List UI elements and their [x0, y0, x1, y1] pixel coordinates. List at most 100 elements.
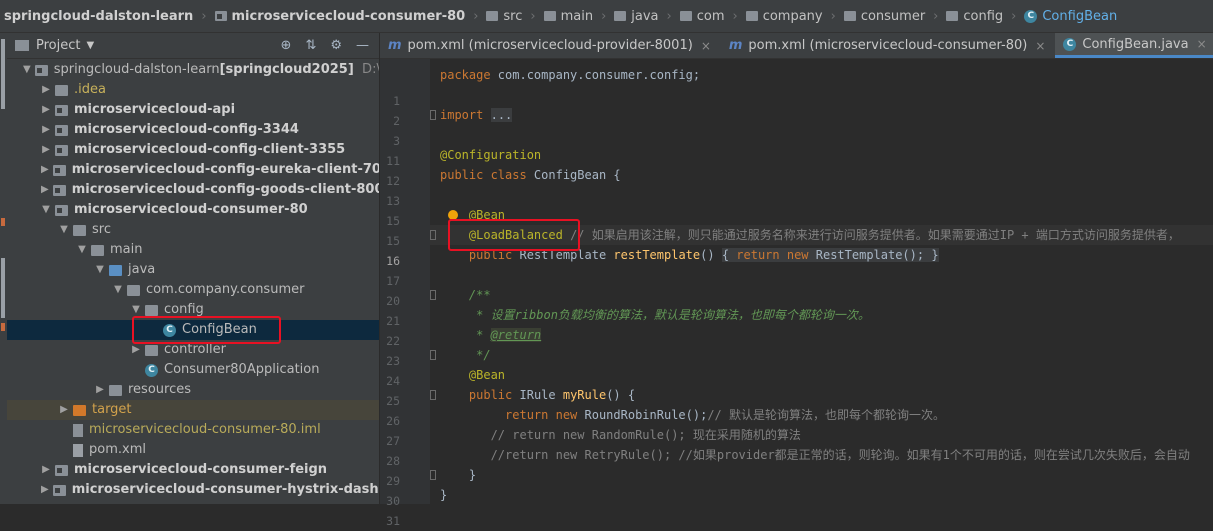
chevron-right-icon[interactable]: ▶ — [95, 380, 105, 400]
folder-icon — [543, 11, 556, 21]
folder-icon — [679, 11, 692, 21]
code-line[interactable]: //return new RetryRule(); //如果provider都是… — [440, 445, 1190, 465]
tree-node[interactable]: ▼ main — [7, 240, 379, 260]
tree-node[interactable]: ▶ microservicecloud-consumer-feign — [7, 460, 379, 480]
fold-marker-icon[interactable] — [430, 350, 436, 360]
line-number: 23 — [386, 354, 400, 368]
code-line[interactable]: import ... — [440, 105, 513, 125]
folder-icon — [73, 224, 86, 236]
chevron-right-icon[interactable]: ▶ — [41, 100, 51, 120]
tree-node[interactable]: ▶ microservicecloud-api — [7, 100, 379, 120]
tree-node[interactable]: ▶ microservicecloud-consumer-hystrix-dash… — [7, 480, 379, 500]
tree-node-label: src — [92, 222, 111, 237]
fold-marker-icon[interactable] — [430, 470, 436, 480]
tree-node[interactable]: ▶ microservicecloud-config-client-3355 — [7, 140, 379, 160]
breadcrumb-item[interactable]: config — [944, 0, 1005, 32]
tree-node[interactable]: ▼ src — [7, 220, 379, 240]
fold-marker-icon[interactable] — [430, 110, 436, 120]
maven-icon: m — [388, 38, 402, 53]
tree-node[interactable]: ▼ microservicecloud-consumer-80 — [7, 200, 379, 220]
code-line[interactable]: @Configuration — [440, 145, 541, 165]
code-editor[interactable]: m pom.xml (microservicecloud-provider-800… — [380, 33, 1213, 528]
tree-node[interactable]: ▼ springcloud-dalston-learn [springcloud2… — [7, 60, 379, 80]
code-line[interactable]: } — [440, 465, 476, 485]
breadcrumb-item[interactable]: company — [744, 0, 825, 32]
chevron-down-icon[interactable]: ▼ — [113, 280, 123, 300]
breadcrumb-item[interactable]: springcloud-dalston-learn — [0, 0, 195, 32]
breadcrumb-item[interactable]: main — [542, 0, 595, 32]
breadcrumb-item[interactable]: microservicecloud-consumer-80 — [213, 0, 468, 32]
chevron-right-icon[interactable]: ▶ — [41, 140, 51, 160]
tree-node-label: microservicecloud-config-goods-client-80… — [71, 182, 379, 197]
locate-icon[interactable]: ⊕ — [281, 38, 292, 53]
chevron-down-icon[interactable]: ▼ — [77, 240, 87, 260]
project-panel-header: Project ▼ ⊕ ⇅ ⚙ — — [7, 33, 379, 59]
code-line[interactable]: */ — [440, 345, 490, 365]
chevron-right-icon[interactable]: ▶ — [41, 460, 51, 480]
tree-node[interactable]: ▶ .idea — [7, 80, 379, 100]
breadcrumb-label: main — [560, 8, 594, 24]
tree-node-label: microservicecloud-api — [74, 102, 236, 117]
code-line[interactable]: package com.company.consumer.config; — [440, 65, 700, 85]
class-icon: C — [1024, 9, 1038, 23]
editor-tab[interactable]: m pom.xml (microservicecloud-provider-800… — [380, 33, 721, 58]
code-line[interactable]: * 设置ribbon负载均衡的算法，默认是轮询算法，也即每个都轮询一次。 — [440, 305, 870, 325]
source-folder-icon — [109, 264, 122, 276]
code-line[interactable]: /** — [440, 285, 491, 305]
chevron-down-icon[interactable]: ▼ — [86, 40, 94, 51]
chevron-right-icon[interactable]: ▶ — [41, 120, 51, 140]
editor-tab[interactable]: C ConfigBean.java × — [1055, 33, 1213, 58]
chevron-down-icon[interactable]: ▼ — [59, 220, 69, 240]
chevron-down-icon[interactable]: ▼ — [41, 200, 51, 220]
tree-node-label: microservicecloud-consumer-80.iml — [89, 422, 321, 437]
breadcrumb-item[interactable]: src — [484, 0, 524, 32]
gear-icon[interactable]: ⚙ — [330, 38, 342, 53]
breadcrumb-separator-icon: › — [201, 8, 207, 24]
line-number: 3 — [393, 134, 400, 148]
close-icon[interactable]: × — [1197, 37, 1207, 51]
editor-tab[interactable]: m pom.xml (microservicecloud-consumer-80)… — [721, 33, 1056, 58]
code-line[interactable]: public class ConfigBean { — [440, 165, 621, 185]
chevron-right-icon[interactable]: ▶ — [41, 80, 51, 100]
code-line[interactable]: @Bean — [440, 365, 505, 385]
chevron-right-icon[interactable]: ▶ — [59, 400, 69, 420]
package-icon — [145, 304, 158, 316]
minimize-icon[interactable]: — — [356, 38, 369, 53]
line-number: 26 — [386, 414, 400, 428]
line-number: 27 — [386, 434, 400, 448]
fold-marker-icon[interactable] — [430, 230, 436, 240]
close-icon[interactable]: × — [1035, 39, 1045, 53]
tree-node[interactable]: microservicecloud-consumer-80.iml — [7, 420, 379, 440]
chevron-down-icon[interactable]: ▼ — [23, 60, 31, 80]
code-line[interactable]: } — [440, 485, 447, 505]
fold-marker-icon[interactable] — [430, 390, 436, 400]
breadcrumb-item[interactable]: consumer — [842, 0, 927, 32]
chevron-right-icon[interactable]: ▶ — [41, 480, 49, 500]
code-line[interactable]: public IRule myRule() { — [440, 385, 635, 405]
chevron-right-icon[interactable]: ▶ — [41, 180, 49, 200]
breadcrumb-item[interactable]: com — [678, 0, 727, 32]
tree-node[interactable]: ▼ com.company.consumer — [7, 280, 379, 300]
maven-icon: m — [728, 38, 743, 53]
code-line[interactable]: * @return — [440, 325, 542, 345]
project-view-selector[interactable]: Project — [36, 38, 80, 53]
maven-file-icon — [73, 443, 83, 457]
tree-node[interactable]: ▶ resources — [7, 380, 379, 400]
chevron-right-icon[interactable]: ▶ — [41, 160, 49, 180]
tree-node[interactable]: ▶ microservicecloud-config-3344 — [7, 120, 379, 140]
tree-node[interactable]: ▶ microservicecloud-config-eureka-client-… — [7, 160, 379, 180]
fold-marker-icon[interactable] — [430, 290, 436, 300]
breadcrumb-item[interactable]: C ConfigBean — [1022, 0, 1119, 32]
chevron-down-icon[interactable]: ▼ — [95, 260, 105, 280]
tree-node[interactable]: ▶ target — [7, 400, 379, 420]
code-line[interactable]: return new RoundRobinRule();// 默认是轮询算法，也… — [440, 405, 945, 425]
tree-node[interactable]: ▼ java — [7, 260, 379, 280]
breadcrumb-item[interactable]: java — [612, 0, 660, 32]
highlight-box-configbean — [132, 316, 281, 344]
tree-node[interactable]: C Consumer80Application — [7, 360, 379, 380]
collapse-all-icon[interactable]: ⇅ — [305, 38, 316, 53]
code-line[interactable]: // return new RandomRule(); 现在采用随机的算法 — [440, 425, 801, 445]
tree-node[interactable]: pom.xml — [7, 440, 379, 460]
tree-node[interactable]: ▶ microservicecloud-config-goods-client-8… — [7, 180, 379, 200]
close-icon[interactable]: × — [701, 39, 711, 53]
